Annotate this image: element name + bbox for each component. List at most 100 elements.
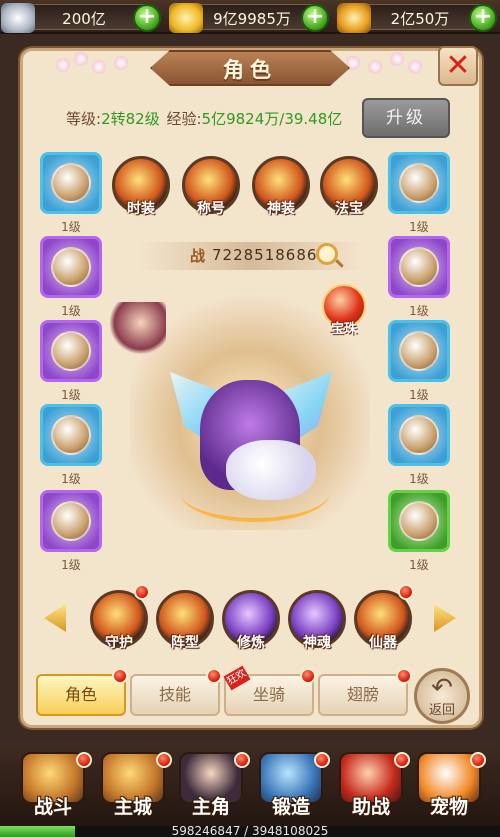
back-button[interactable]: ↶ 返回 xyxy=(414,668,470,724)
nav-label: 战斗 xyxy=(33,796,72,818)
slot-level: 1级 xyxy=(409,304,429,318)
level-row: 等级:2转82级 经验:5亿9824万/39.48亿 xyxy=(66,108,342,129)
notification-dot xyxy=(234,752,250,768)
nav-label: 锻造 xyxy=(271,796,310,818)
add-bound-gold-button[interactable]: + xyxy=(469,4,497,32)
gauntlet-icon xyxy=(51,415,91,455)
search-icon[interactable] xyxy=(316,243,338,265)
feature-label: 神魂 xyxy=(303,635,331,651)
bracelet-icon xyxy=(399,331,439,371)
feature-label: 神装 xyxy=(267,201,295,217)
add-silver-button[interactable]: + xyxy=(133,4,161,32)
feature-title-button[interactable]: 称号 xyxy=(182,156,240,234)
gold-value: 9亿9985万 xyxy=(213,10,291,28)
notification-dot xyxy=(470,752,486,768)
add-gold-button[interactable]: + xyxy=(301,4,329,32)
exp-label: 经验: xyxy=(166,110,202,128)
pants-icon xyxy=(51,501,91,541)
notification-dot xyxy=(396,668,412,684)
nav-label: 主城 xyxy=(113,796,152,818)
blossom-decoration-left xyxy=(56,52,146,82)
equip-slot-ring[interactable]: 1级 xyxy=(388,404,450,487)
level-value: 2转82级 xyxy=(101,110,160,128)
slot-level: 1级 xyxy=(409,558,429,572)
equip-slot-pants[interactable]: 1级 xyxy=(40,490,102,573)
notification-dot xyxy=(134,584,150,600)
equip-slot-boots[interactable]: 1级 xyxy=(388,490,450,573)
feature-label: 修炼 xyxy=(237,635,265,651)
upgrade-button[interactable]: 升级 xyxy=(362,98,450,138)
experience-text: 598246847 / 3948108025 xyxy=(171,824,329,837)
silver-ingot-icon xyxy=(1,3,35,33)
page-title: 角色 xyxy=(223,58,277,82)
feature-guard-button[interactable]: 守护 xyxy=(90,590,148,668)
feature-soul-button[interactable]: 神魂 xyxy=(288,590,346,668)
feature-label: 时装 xyxy=(127,201,155,217)
combat-power: 战 7228518686 xyxy=(140,242,362,270)
wristguard-icon xyxy=(51,331,91,371)
boots-icon xyxy=(399,501,439,541)
slot-level: 1级 xyxy=(409,472,429,486)
notification-dot xyxy=(394,752,410,768)
notification-dot xyxy=(300,668,316,684)
feature-magic-treasure-button[interactable]: 法宝 xyxy=(320,156,378,234)
feature-cultivate-button[interactable]: 修炼 xyxy=(222,590,280,668)
notification-dot xyxy=(76,752,92,768)
gold-ingot-icon xyxy=(169,3,203,33)
equip-slot-amulet[interactable]: 1级 xyxy=(40,236,102,319)
slot-level: 1级 xyxy=(61,304,81,318)
nav-label: 助战 xyxy=(351,796,390,818)
experience-bar: 598246847 / 3948108025 xyxy=(0,824,500,837)
feature-label: 称号 xyxy=(197,201,225,217)
helmet-icon xyxy=(399,163,439,203)
gold-currency: 9亿9985万 + xyxy=(169,3,329,33)
feature-label: 守护 xyxy=(105,635,133,651)
notification-dot xyxy=(206,668,222,684)
slot-level: 1级 xyxy=(61,388,81,402)
close-icon: ✕ xyxy=(445,48,471,83)
bound-gold-currency: 2亿50万 + xyxy=(337,3,497,33)
slot-level: 1级 xyxy=(409,220,429,234)
sword-icon xyxy=(51,163,91,203)
blossom-decoration-right xyxy=(346,52,436,82)
notification-dot xyxy=(112,668,128,684)
notification-dot xyxy=(314,752,330,768)
level-label: 等级: xyxy=(66,110,102,128)
feature-label: 阵型 xyxy=(171,635,199,651)
equip-slot-helmet[interactable]: 1级 xyxy=(388,152,450,235)
amulet-icon xyxy=(51,247,91,287)
tab-wings[interactable]: 翅膀 xyxy=(318,674,408,716)
slot-level: 1级 xyxy=(61,472,81,486)
nav-label: 宠物 xyxy=(429,796,468,818)
armor-icon xyxy=(399,247,439,287)
close-button[interactable]: ✕ xyxy=(438,46,478,86)
exp-value: 5亿9824万/39.48亿 xyxy=(201,110,343,128)
slot-level: 1级 xyxy=(61,558,81,572)
notification-dot xyxy=(398,584,414,600)
notification-dot xyxy=(156,752,172,768)
feature-label: 法宝 xyxy=(335,201,363,217)
feature-artifact-button[interactable]: 仙器 xyxy=(354,590,412,668)
ring-icon xyxy=(399,415,439,455)
bound-gold-value: 2亿50万 xyxy=(390,10,450,28)
glow-arc xyxy=(180,462,330,522)
feature-formation-button[interactable]: 阵型 xyxy=(156,590,214,668)
back-label: 返回 xyxy=(428,703,455,718)
equip-slot-bracelet[interactable]: 1级 xyxy=(388,320,450,403)
nav-label: 主角 xyxy=(191,796,230,818)
feature-divine-gear-button[interactable]: 神装 xyxy=(252,156,310,234)
back-arrow-icon: ↶ xyxy=(431,673,453,703)
equip-slot-wrist[interactable]: 1级 xyxy=(40,320,102,403)
feature-label: 仙器 xyxy=(369,635,397,651)
equip-slot-weapon[interactable]: 1级 xyxy=(40,152,102,235)
pearl-label: 宝珠 xyxy=(330,322,357,337)
equip-slot-gauntlet[interactable]: 1级 xyxy=(40,404,102,487)
feature-fashion-button[interactable]: 时装 xyxy=(112,156,170,234)
fairy-companion[interactable] xyxy=(110,302,166,354)
bound-gold-icon xyxy=(337,3,371,33)
power-glyph: 战 xyxy=(190,247,206,265)
silver-value: 200亿 xyxy=(62,10,106,28)
equip-slot-armor[interactable]: 1级 xyxy=(388,236,450,319)
silver-currency: 200亿 + xyxy=(1,3,161,33)
currency-bar: 200亿 + 9亿9985万 + 2亿50万 + xyxy=(0,0,500,34)
